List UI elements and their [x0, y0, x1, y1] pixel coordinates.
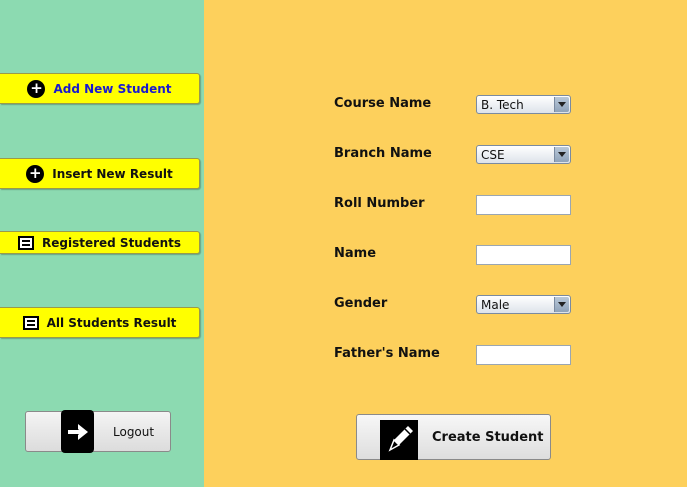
logout-label: Logout	[113, 425, 155, 439]
all-students-result-button[interactable]: All Students Result	[0, 307, 200, 338]
insert-new-result-label: Insert New Result	[52, 166, 173, 181]
course-name-select[interactable]: B. Tech	[476, 95, 571, 114]
branch-name-select[interactable]: CSE	[476, 145, 571, 164]
sidebar: + Add New Student + Insert New Result Re…	[0, 0, 204, 487]
create-student-label: Create Student	[432, 430, 544, 445]
plus-circle-icon: +	[27, 79, 46, 98]
list-icon	[18, 235, 34, 250]
chevron-down-icon[interactable]	[554, 297, 569, 312]
chevron-down-icon[interactable]	[554, 147, 569, 162]
branch-name-label: Branch Name	[334, 146, 432, 161]
insert-new-result-button[interactable]: + Insert New Result	[0, 158, 200, 189]
registered-students-button[interactable]: Registered Students	[0, 231, 200, 254]
all-students-result-label: All Students Result	[46, 315, 177, 330]
course-name-label: Course Name	[334, 96, 432, 111]
registered-students-label: Registered Students	[42, 235, 181, 250]
branch-name-value: CSE	[481, 148, 505, 162]
list-icon	[22, 315, 39, 330]
chevron-down-icon[interactable]	[554, 97, 569, 112]
pencil-icon	[380, 420, 418, 460]
plus-circle-icon: +	[26, 164, 45, 183]
name-label: Name	[334, 246, 377, 261]
add-new-student-label: Add New Student	[53, 81, 172, 96]
gender-label: Gender	[334, 296, 388, 311]
roll-number-label: Roll Number	[334, 196, 425, 211]
create-student-button[interactable]: Create Student	[356, 414, 551, 460]
gender-select[interactable]: Male	[476, 295, 571, 314]
roll-number-input[interactable]	[476, 195, 571, 215]
fathers-name-label: Father's Name	[334, 346, 440, 361]
logout-arrow-icon	[61, 410, 94, 453]
add-new-student-button[interactable]: + Add New Student	[0, 73, 200, 104]
logout-button[interactable]: Logout	[25, 410, 171, 453]
name-input[interactable]	[476, 245, 571, 265]
fathers-name-input[interactable]	[476, 345, 571, 365]
gender-value: Male	[481, 298, 510, 312]
course-name-value: B. Tech	[481, 98, 524, 112]
